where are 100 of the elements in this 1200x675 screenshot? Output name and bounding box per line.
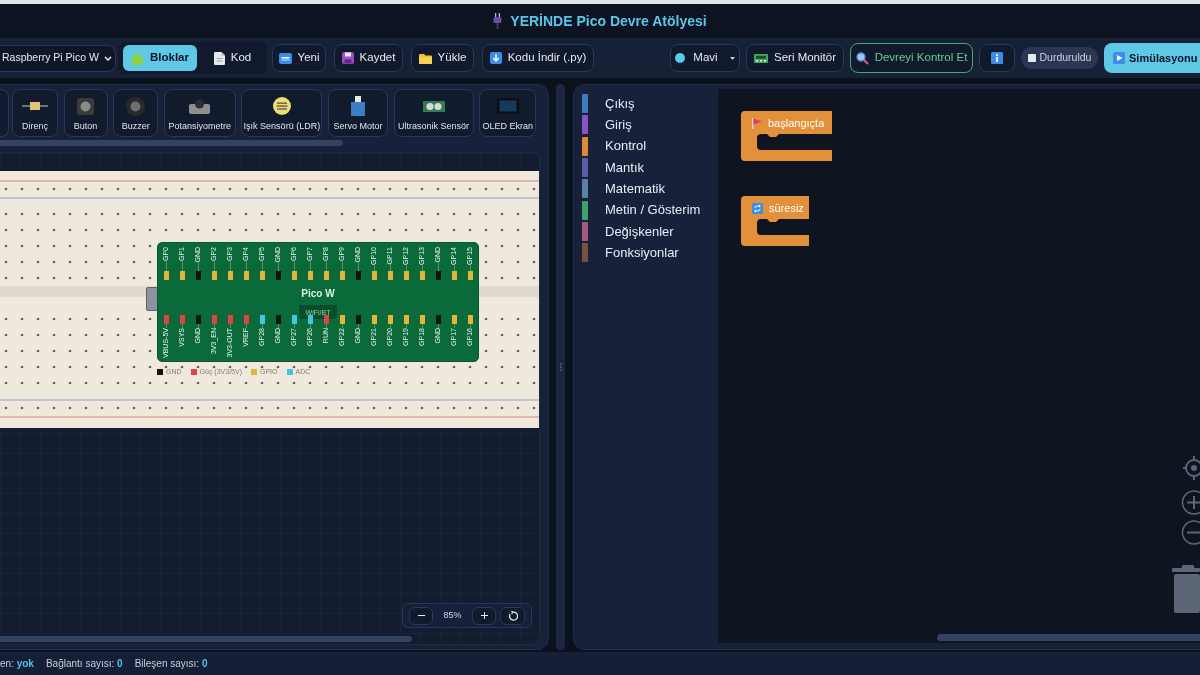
simulate-button[interactable]: Simülasyonu bbox=[1104, 43, 1200, 73]
check-circuit-button[interactable]: Devreyi Kontrol Et bbox=[850, 43, 973, 73]
pin-marker[interactable] bbox=[419, 315, 425, 324]
splitter-handle[interactable] bbox=[556, 84, 565, 650]
pin-marker[interactable] bbox=[355, 271, 361, 280]
block-category[interactable]: Çıkış bbox=[574, 93, 718, 115]
pin-marker[interactable] bbox=[195, 271, 201, 280]
pin-marker[interactable] bbox=[387, 271, 393, 280]
status-text: en: yok bbox=[0, 657, 34, 671]
component-label: Potansiyometre bbox=[168, 121, 232, 132]
ultrasonic-sensor-icon bbox=[422, 100, 445, 112]
pin-marker[interactable] bbox=[179, 271, 185, 280]
component-card[interactable]: Ultrasonik Sensör bbox=[393, 89, 474, 137]
pin-marker[interactable] bbox=[307, 315, 313, 324]
pin-marker[interactable] bbox=[307, 271, 313, 280]
zoom-in-button[interactable] bbox=[472, 606, 496, 625]
component-card[interactable]: Potansiyometre bbox=[163, 89, 236, 137]
toolbar-button[interactable]: Kodu İndir (.py) bbox=[482, 44, 594, 72]
component-card[interactable]: Işık Sensörü (LDR) bbox=[241, 89, 323, 137]
pin-marker[interactable] bbox=[227, 315, 233, 324]
zoom-in-icon[interactable] bbox=[1181, 490, 1200, 515]
play-icon bbox=[1113, 52, 1125, 64]
pin-marker[interactable] bbox=[323, 315, 329, 324]
pin-marker[interactable] bbox=[243, 315, 249, 324]
block-category[interactable]: Matematik bbox=[574, 178, 718, 200]
pin-marker[interactable] bbox=[211, 315, 217, 324]
info-button[interactable] bbox=[979, 44, 1015, 72]
pin-marker[interactable] bbox=[291, 271, 297, 280]
component-card[interactable]: Buzzer bbox=[113, 89, 159, 137]
pin-marker[interactable] bbox=[275, 271, 281, 280]
pin-marker[interactable] bbox=[403, 315, 409, 324]
board-name: Pico W bbox=[301, 287, 335, 301]
minus-icon bbox=[417, 615, 425, 616]
pin-marker[interactable] bbox=[467, 271, 473, 280]
pin-marker[interactable] bbox=[195, 315, 201, 324]
pin-marker[interactable] bbox=[275, 315, 281, 324]
stop-icon bbox=[1027, 54, 1036, 62]
pin-marker[interactable] bbox=[371, 315, 377, 324]
block-category[interactable]: Metin / Gösterim bbox=[574, 199, 718, 221]
trash-icon[interactable] bbox=[1172, 565, 1200, 613]
status-text: Bileşen sayısı: 0 bbox=[134, 657, 208, 671]
pin-marker[interactable] bbox=[451, 315, 457, 324]
loop-icon bbox=[752, 202, 763, 214]
new-icon bbox=[278, 52, 292, 64]
app-title: YERİNDE Pico Devre Atölyesi bbox=[510, 11, 707, 31]
pin-marker[interactable] bbox=[163, 315, 169, 324]
pin-marker[interactable] bbox=[211, 271, 217, 280]
component-card[interactable]: Buton bbox=[63, 89, 108, 137]
pin-marker[interactable] bbox=[163, 271, 169, 280]
pin-marker[interactable] bbox=[339, 315, 345, 324]
block-category[interactable]: Giriş bbox=[574, 114, 718, 136]
block-category[interactable]: Fonksiyonlar bbox=[574, 242, 718, 264]
component-card[interactable]: OLED Ekran bbox=[479, 89, 537, 137]
info-icon bbox=[991, 52, 1003, 64]
pin-marker[interactable] bbox=[179, 315, 185, 324]
display-screen-icon bbox=[496, 98, 519, 114]
toolbar-button[interactable]: Kaydet bbox=[334, 44, 403, 72]
component-card[interactable]: Servo Motor bbox=[327, 89, 388, 137]
pin-marker[interactable] bbox=[323, 271, 329, 280]
horizontal-scrollbar[interactable] bbox=[937, 634, 1200, 641]
pin-marker[interactable] bbox=[259, 315, 265, 324]
grip-icon bbox=[559, 363, 562, 371]
block-category[interactable]: Değişkenler bbox=[574, 220, 718, 243]
horizontal-scrollbar[interactable] bbox=[0, 636, 412, 642]
toolbar-button[interactable]: Seri Monitör bbox=[746, 44, 844, 72]
pin-marker[interactable] bbox=[451, 271, 457, 280]
view-tab[interactable]: Bloklar bbox=[123, 45, 197, 71]
theme-select[interactable]: Mavi bbox=[670, 44, 740, 72]
pin-marker[interactable] bbox=[243, 271, 249, 280]
recenter-icon[interactable] bbox=[1183, 456, 1200, 480]
search-icon bbox=[855, 51, 869, 65]
toolbar-button[interactable]: Yeni bbox=[272, 44, 326, 72]
pin-marker[interactable] bbox=[227, 271, 233, 280]
component-card[interactable]: Direnç bbox=[12, 89, 58, 137]
block-category[interactable]: Kontrol bbox=[574, 135, 718, 157]
toolbar-button[interactable]: Yükle bbox=[411, 44, 474, 72]
chevron-down-icon bbox=[103, 55, 112, 61]
plus-icon bbox=[480, 612, 488, 619]
horizontal-scrollbar[interactable] bbox=[0, 140, 343, 146]
component-label: Buzzer bbox=[121, 121, 150, 132]
light-sensor-icon bbox=[272, 97, 291, 115]
pin-marker[interactable] bbox=[387, 315, 393, 324]
pin-marker[interactable] bbox=[291, 315, 297, 324]
zoom-out-icon[interactable] bbox=[1181, 520, 1200, 545]
pin-marker[interactable] bbox=[435, 315, 441, 324]
pin-marker[interactable] bbox=[403, 271, 409, 280]
status-text: Bağlantı sayısı: 0 bbox=[45, 657, 123, 671]
pin-marker[interactable] bbox=[371, 271, 377, 280]
reset-view-button[interactable] bbox=[500, 606, 525, 625]
pin-marker[interactable] bbox=[355, 315, 361, 324]
pin-marker[interactable] bbox=[339, 271, 345, 280]
pin-marker[interactable] bbox=[419, 271, 425, 280]
pin-marker[interactable] bbox=[435, 271, 441, 280]
pin-marker[interactable] bbox=[467, 315, 473, 324]
plug-icon bbox=[493, 13, 503, 29]
block-category[interactable]: Mantık bbox=[574, 156, 718, 179]
view-tab[interactable]: Kod bbox=[203, 45, 262, 71]
pin-marker[interactable] bbox=[259, 271, 265, 280]
board-select[interactable]: Raspberry Pi Pico W bbox=[0, 44, 116, 72]
microcontroller-board[interactable] bbox=[157, 242, 479, 362]
